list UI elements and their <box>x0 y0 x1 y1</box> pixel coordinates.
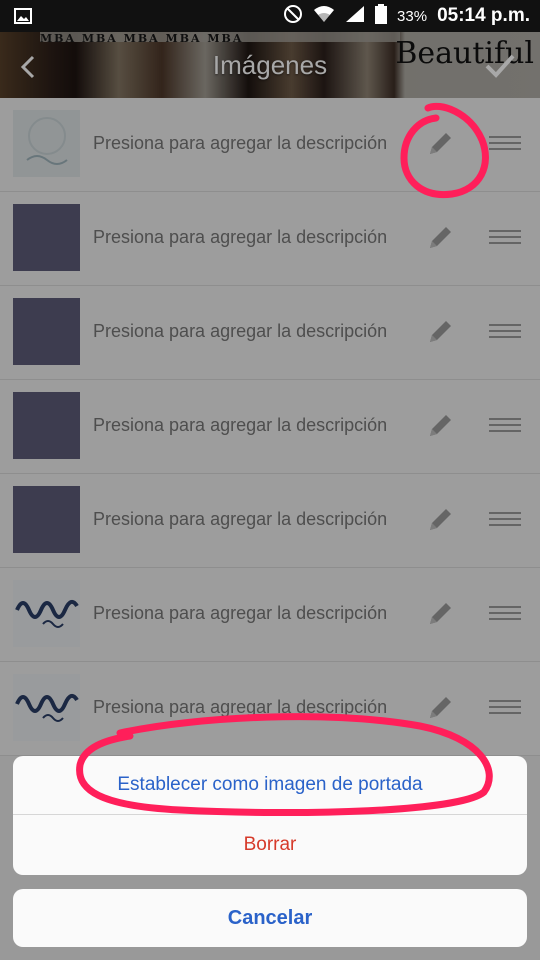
battery-icon <box>375 3 388 29</box>
signal-icon <box>345 5 365 28</box>
battery-percent: 33% <box>397 7 428 25</box>
set-cover-button[interactable]: Establecer como imagen de portada <box>13 756 527 815</box>
do-not-disturb-icon <box>283 4 303 29</box>
wifi-icon <box>313 5 335 28</box>
cancel-button[interactable]: Cancelar <box>13 889 527 947</box>
gallery-icon <box>14 8 32 29</box>
clock: 05:14 p.m. <box>437 5 530 26</box>
action-sheet: Establecer como imagen de portada Borrar <box>13 756 527 875</box>
delete-button[interactable]: Borrar <box>13 815 527 875</box>
status-bar: 33% 05:14 p.m. <box>0 0 540 32</box>
